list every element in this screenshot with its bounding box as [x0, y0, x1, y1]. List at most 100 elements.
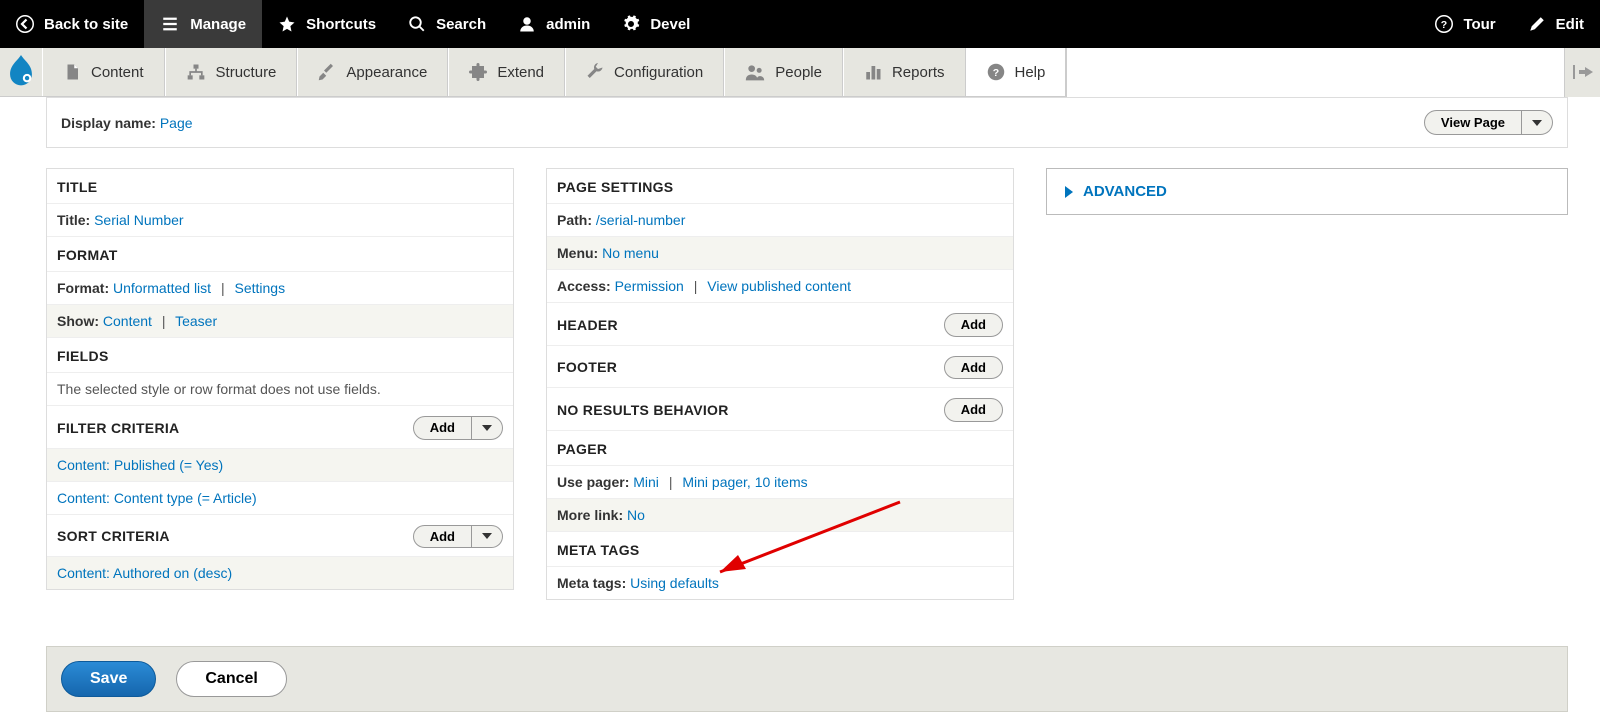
bar-chart-icon [864, 63, 882, 81]
manage-toggle[interactable]: Manage [144, 0, 262, 48]
chevron-down-icon [482, 533, 492, 539]
more-link-value[interactable]: No [627, 507, 645, 523]
admin-configuration[interactable]: Configuration [565, 48, 724, 96]
search-icon [408, 15, 426, 33]
title-key: Title: [57, 212, 90, 228]
sort-section-header: SORT CRITERIA Add [47, 514, 513, 557]
gear-icon [622, 15, 640, 33]
user-icon [518, 15, 536, 33]
advanced-details[interactable]: ADVANCED [1046, 168, 1568, 215]
save-button[interactable]: Save [61, 661, 156, 697]
no-results-section-header: NO RESULTS BEHAVIOR Add [547, 387, 1013, 430]
help-icon: ? [1435, 15, 1453, 33]
view-page-button[interactable]: View Page [1424, 110, 1522, 135]
format-settings-link[interactable]: Settings [234, 280, 285, 296]
admin-people-label: People [775, 64, 822, 81]
svg-text:?: ? [1441, 19, 1447, 31]
shortcuts-label: Shortcuts [306, 16, 376, 33]
admin-structure-label: Structure [216, 64, 277, 81]
chevron-down-icon [1532, 120, 1542, 126]
header-section-header: HEADER Add [547, 302, 1013, 345]
shortcuts-link[interactable]: Shortcuts [262, 0, 392, 48]
advanced-label: ADVANCED [1083, 183, 1167, 200]
access-settings-link[interactable]: View published content [707, 278, 851, 294]
edit-link[interactable]: Edit [1512, 0, 1600, 48]
access-value[interactable]: Permission [615, 278, 684, 294]
admin-extend[interactable]: Extend [448, 48, 565, 96]
search-link[interactable]: Search [392, 0, 502, 48]
meta-tags-value[interactable]: Using defaults [630, 575, 719, 591]
middle-column: PAGE SETTINGS Path: /serial-number Menu:… [546, 168, 1014, 600]
no-results-add-button[interactable]: Add [944, 398, 1003, 422]
sort-item-authored[interactable]: Content: Authored on (desc) [57, 565, 232, 581]
manage-label: Manage [190, 16, 246, 33]
hierarchy-icon [186, 63, 206, 81]
footer-add-button[interactable]: Add [944, 356, 1003, 380]
right-column: ADVANCED [1046, 168, 1568, 215]
pencil-icon [1528, 15, 1546, 33]
drupal-logo[interactable] [0, 48, 42, 97]
sort-section-label: SORT CRITERIA [57, 528, 170, 544]
show-value[interactable]: Content [103, 313, 152, 329]
pager-value[interactable]: Mini [633, 474, 659, 490]
edit-label: Edit [1556, 16, 1584, 33]
tour-label: Tour [1463, 16, 1495, 33]
filter-item-content-type[interactable]: Content: Content type (= Article) [57, 490, 257, 506]
filter-add-button[interactable]: Add [413, 416, 472, 440]
admin-configuration-label: Configuration [614, 64, 703, 81]
format-key: Format: [57, 280, 109, 296]
admin-content-label: Content [91, 64, 144, 81]
display-name-row: Display name: Page View Page [46, 97, 1568, 148]
fields-message: The selected style or row format does no… [57, 381, 381, 397]
drupal-icon [6, 55, 36, 89]
display-name-value[interactable]: Page [160, 115, 193, 131]
toolbar-orientation-toggle[interactable] [1564, 48, 1600, 97]
devel-link[interactable]: Devel [606, 0, 706, 48]
help-circle-icon: ? [987, 63, 1005, 81]
user-link[interactable]: admin [502, 0, 606, 48]
admin-appearance[interactable]: Appearance [297, 48, 448, 96]
menu-value[interactable]: No menu [602, 245, 659, 261]
pager-settings-link[interactable]: Mini pager, 10 items [682, 474, 807, 490]
svg-text:?: ? [992, 67, 998, 79]
admin-extend-label: Extend [497, 64, 544, 81]
filter-add-dropdown[interactable] [472, 416, 503, 440]
cancel-button[interactable]: Cancel [176, 661, 286, 697]
caret-right-icon [1065, 186, 1073, 198]
header-section-label: HEADER [557, 317, 618, 333]
footer-section-header: FOOTER Add [547, 345, 1013, 388]
devel-label: Devel [650, 16, 690, 33]
puzzle-icon [469, 63, 487, 81]
toolbar-top: Back to site Manage Shortcuts Search adm… [0, 0, 1600, 48]
user-label: admin [546, 16, 590, 33]
filter-item-published[interactable]: Content: Published (= Yes) [57, 457, 223, 473]
header-add-button[interactable]: Add [944, 313, 1003, 337]
pager-key: Use pager: [557, 474, 629, 490]
view-page-dropdown[interactable] [1522, 110, 1553, 135]
left-column: TITLE Title: Serial Number FORMAT Format… [46, 168, 514, 590]
admin-content[interactable]: Content [42, 48, 165, 96]
format-value[interactable]: Unformatted list [113, 280, 211, 296]
sort-add-dropdown[interactable] [472, 525, 503, 549]
title-value[interactable]: Serial Number [94, 212, 183, 228]
people-icon [745, 63, 765, 81]
tour-link[interactable]: ? Tour [1419, 0, 1511, 48]
star-icon [278, 15, 296, 33]
admin-help[interactable]: ?Help [966, 48, 1067, 96]
sort-add-button[interactable]: Add [413, 525, 472, 549]
admin-people[interactable]: People [724, 48, 843, 96]
title-section-header: TITLE [47, 169, 513, 203]
no-results-section-label: NO RESULTS BEHAVIOR [557, 402, 729, 418]
menu-key: Menu: [557, 245, 598, 261]
admin-structure[interactable]: Structure [165, 48, 298, 96]
page-settings-header: PAGE SETTINGS [547, 169, 1013, 203]
show-settings-link[interactable]: Teaser [175, 313, 217, 329]
admin-reports[interactable]: Reports [843, 48, 966, 96]
view-page-split-button: View Page [1424, 110, 1553, 135]
admin-menu: Content Structure Appearance Extend Conf… [0, 48, 1600, 97]
file-icon [63, 63, 81, 81]
pager-section-header: PAGER [547, 430, 1013, 465]
path-value[interactable]: /serial-number [596, 212, 685, 228]
back-to-site-label: Back to site [44, 16, 128, 33]
back-to-site-link[interactable]: Back to site [0, 0, 144, 48]
